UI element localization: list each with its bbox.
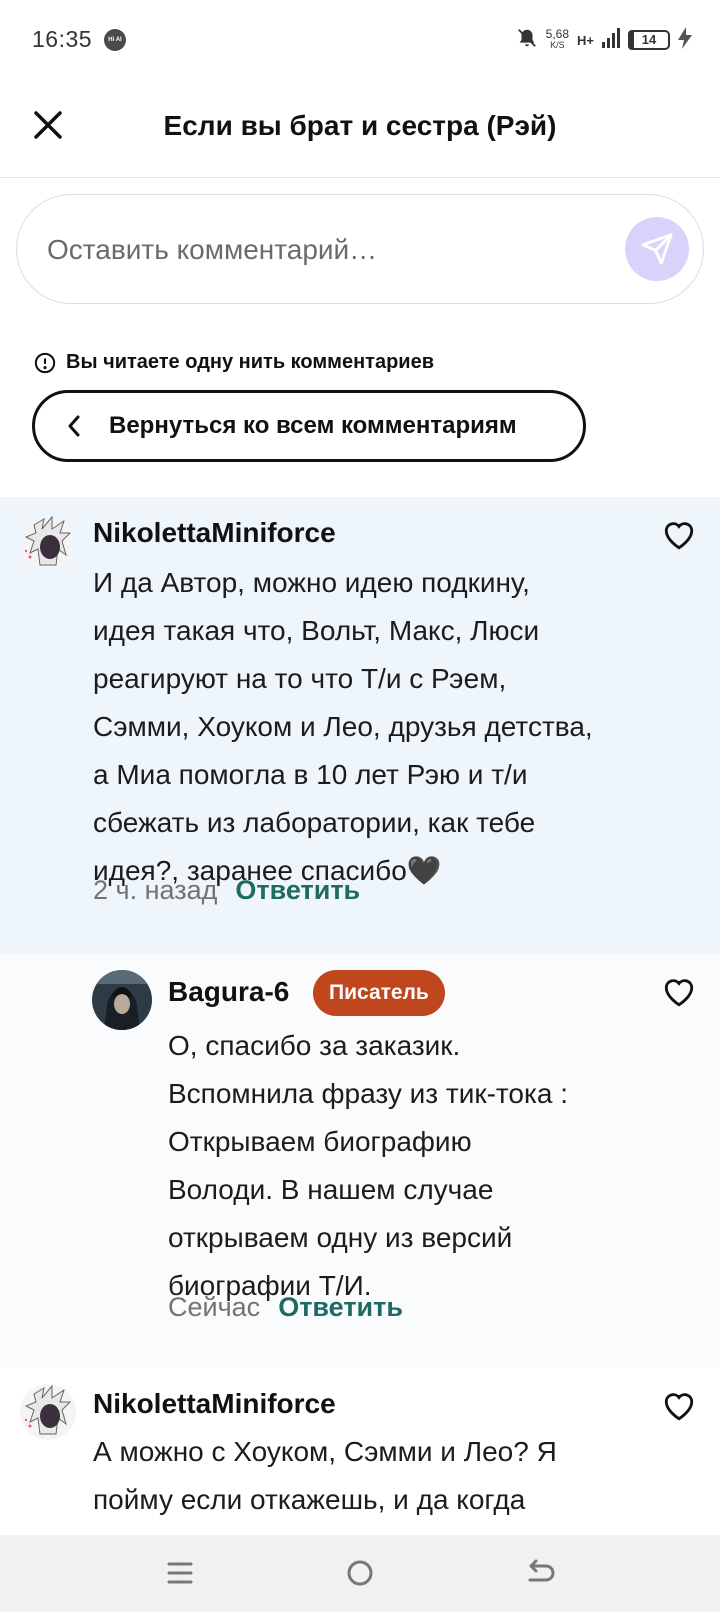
- heart-icon: [664, 522, 694, 550]
- avatar[interactable]: [20, 515, 76, 571]
- menu-icon: [167, 1562, 193, 1584]
- avatar[interactable]: [20, 1384, 76, 1440]
- menu-nav-button[interactable]: [160, 1553, 200, 1593]
- avatar[interactable]: [92, 970, 152, 1030]
- comment-line: реагируют на то что Т/и с Рэем,: [93, 663, 507, 694]
- charging-icon: [678, 26, 692, 54]
- signal-icon: [602, 27, 620, 53]
- like-button[interactable]: [662, 976, 698, 1008]
- comment-body: А можно с Хоуком, Сэмми и Лео? Я пойму е…: [93, 1428, 557, 1524]
- network-speed: 5,68 K/S: [545, 27, 570, 51]
- heart-icon: [664, 1393, 694, 1421]
- comment-meta: Сейчас Ответить: [168, 1292, 403, 1323]
- comment-author[interactable]: Bagura-6: [168, 976, 289, 1008]
- app-notification-icon: Hi AI: [104, 29, 126, 51]
- reply-button[interactable]: Ответить: [278, 1292, 403, 1323]
- home-nav-button[interactable]: [340, 1553, 380, 1593]
- comment-line: Открываем биографию: [168, 1126, 472, 1157]
- status-time: 16:35: [32, 26, 93, 52]
- like-button[interactable]: [662, 1390, 698, 1422]
- comment-line: пойму если откажешь, и да когда: [93, 1484, 526, 1515]
- comment-item: NikolettaMiniforce А можно с Хоуком, Сэм…: [0, 1368, 720, 1535]
- back-nav-button[interactable]: [520, 1553, 560, 1593]
- back-to-all-comments-button[interactable]: Вернуться ко всем комментариям: [32, 390, 586, 462]
- comment-body: И да Автор, можно идею подкину, идея так…: [93, 559, 593, 895]
- network-type: H+: [577, 32, 594, 48]
- comment-time: Сейчас: [168, 1292, 261, 1322]
- back-arrow-icon: [528, 1559, 555, 1582]
- comment-line: Володи. В нашем случае: [168, 1174, 494, 1205]
- network-speed-unit: K/S: [550, 40, 565, 50]
- battery-indicator: 14: [628, 30, 670, 50]
- thread-notice-text: Вы читаете одну нить комментариев: [66, 351, 435, 373]
- comment-line: открываем одну из версий: [168, 1222, 513, 1253]
- comment-author[interactable]: NikolettaMiniforce: [93, 517, 336, 549]
- system-nav-bar: [0, 1535, 720, 1612]
- header: Если вы брат и сестра (Рэй): [0, 80, 720, 178]
- heart-icon: [664, 979, 694, 1007]
- like-button[interactable]: [662, 519, 698, 551]
- thread-notice: Вы читаете одну нить комментариев: [34, 351, 434, 374]
- comment-item: NikolettaMiniforce И да Автор, можно иде…: [0, 497, 720, 954]
- send-button[interactable]: [625, 217, 689, 281]
- comment-meta: 2 ч. назад Ответить: [93, 875, 360, 906]
- status-bar: 16:35 Hi AI 5,68 K/S H+ 14: [0, 0, 720, 80]
- status-indicators: 5,68 K/S H+ 14: [516, 24, 692, 56]
- info-icon: [34, 352, 56, 373]
- comment-line: О, спасибо за заказик.: [168, 1030, 461, 1061]
- home-circle-icon: [347, 1560, 373, 1586]
- comment-line: Сэмми, Хоуком и Лео, друзья детства,: [93, 711, 593, 742]
- back-button-label: Вернуться ко всем комментариям: [109, 412, 517, 439]
- comment-composer: [16, 194, 704, 304]
- page-title: Если вы брат и сестра (Рэй): [163, 110, 557, 141]
- mute-icon: [516, 27, 538, 54]
- comment-body: О, спасибо за заказик. Вспомнила фразу и…: [168, 1022, 568, 1310]
- comment-line: А можно с Хоуком, Сэмми и Лео? Я: [93, 1436, 557, 1467]
- writer-badge: Писатель: [313, 970, 445, 1016]
- comment-author[interactable]: NikolettaMiniforce: [93, 1388, 336, 1420]
- reply-button[interactable]: Ответить: [235, 875, 360, 906]
- comment-time: 2 ч. назад: [93, 875, 218, 905]
- network-speed-value: 5,68: [545, 27, 570, 41]
- comment-line: И да Автор, можно идею подкину,: [93, 567, 530, 598]
- comment-line: сбежать из лаборатории, как тебе: [93, 807, 536, 838]
- send-icon: [641, 233, 673, 265]
- comment-line: идея такая что, Вольт, Макс, Люси: [93, 615, 540, 646]
- chevron-left-icon: [67, 415, 87, 437]
- comment-line: Вспомнила фразу из тик-тока :: [168, 1078, 568, 1109]
- comment-reply-item: Bagura-6 Писатель О, спасибо за заказик.…: [0, 954, 720, 1368]
- comment-line: а Миа помогла в 10 лет Рэю и т/и: [93, 759, 528, 790]
- comment-input[interactable]: [47, 225, 607, 275]
